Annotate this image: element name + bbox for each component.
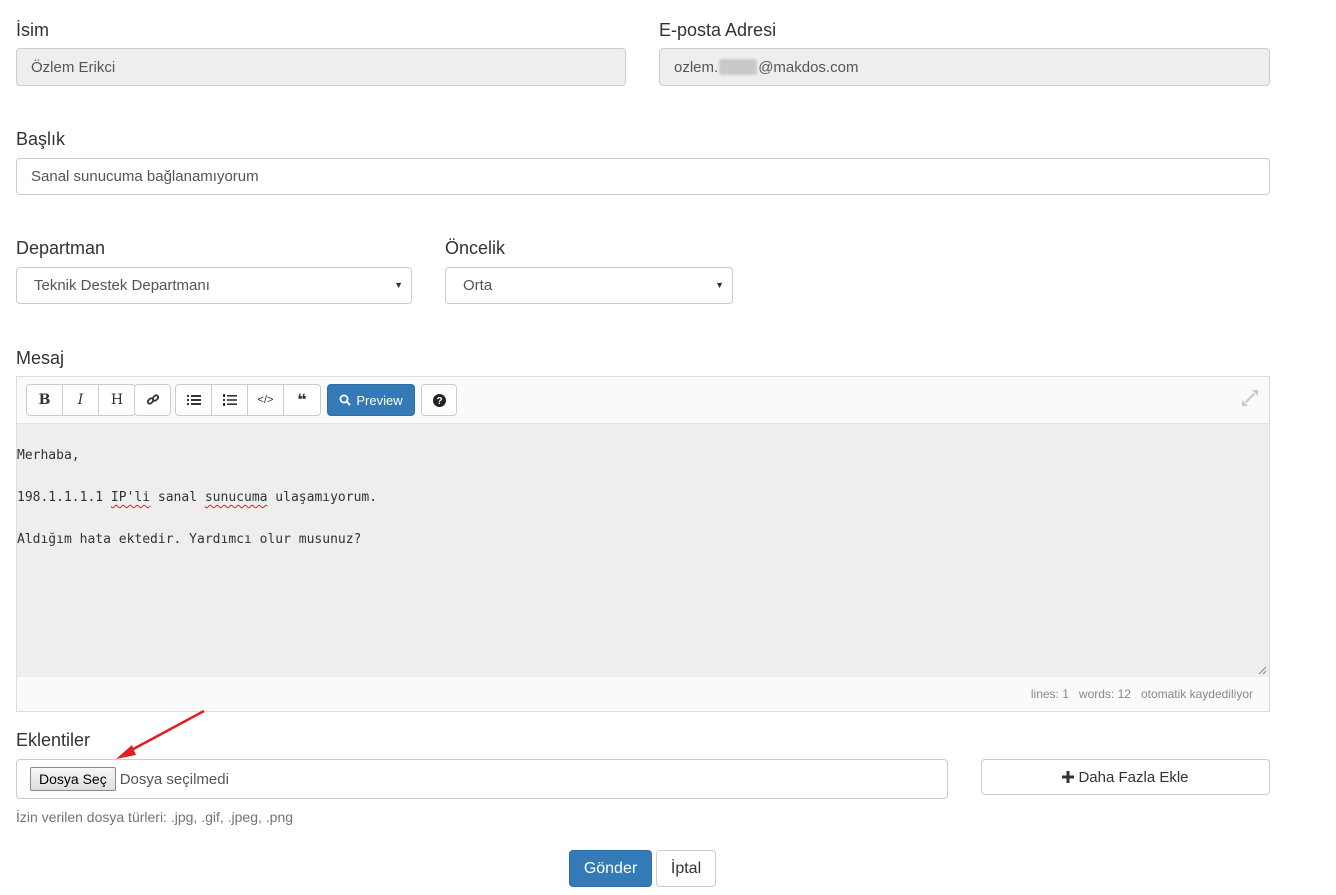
allowed-types-help: İzin verilen dosya türleri: .jpg, .gif, …	[16, 809, 294, 825]
priority-selected: Orta	[463, 277, 493, 294]
editor-toolbar: B I H </> ❝ Preview ?	[17, 377, 1269, 423]
message-line-2-start: 198.1.1.1.1	[17, 490, 111, 505]
submit-button[interactable]: Gönder	[569, 850, 652, 887]
add-more-label: Daha Fazla Ekle	[1078, 768, 1189, 786]
caret-down-icon: ▼	[715, 280, 724, 290]
svg-text:?: ?	[436, 396, 442, 407]
add-more-button[interactable]: Daha Fazla Ekle	[981, 759, 1270, 795]
unordered-list-button[interactable]	[176, 385, 212, 415]
name-input[interactable]: Özlem Erikci	[16, 48, 626, 86]
priority-select[interactable]: Orta ▼	[445, 267, 733, 304]
preview-label: Preview	[356, 392, 403, 408]
redacted-blur	[719, 59, 758, 75]
email-label: E-posta Adresi	[659, 20, 777, 40]
format-group: B I H	[26, 384, 136, 416]
caret-down-icon: ▼	[394, 280, 403, 290]
choose-file-button[interactable]: Dosya Seç	[30, 767, 116, 791]
question-icon: ?	[432, 393, 446, 407]
preview-button[interactable]: Preview	[327, 384, 415, 416]
message-line-1: Merhaba,	[17, 448, 80, 463]
email-value-suffix: @makdos.com	[758, 58, 859, 76]
subject-value: Sanal sunucuma bağlanamıyorum	[31, 168, 259, 185]
quote-icon: ❝	[297, 392, 307, 409]
ordered-list-icon	[222, 394, 237, 406]
name-label: İsim	[16, 20, 49, 40]
line-count: lines: 1	[1030, 687, 1069, 701]
quote-button[interactable]: ❝	[284, 385, 320, 415]
message-line-2: 198.1.1.1.1 IP'li sanal sunucuma ulaşamı…	[17, 490, 377, 505]
subject-input[interactable]: Sanal sunucuma bağlanamıyorum	[16, 158, 1270, 195]
markdown-editor: B I H </> ❝ Preview ? Merhaba, 198.1.1.1…	[16, 376, 1270, 712]
plus-icon	[1062, 771, 1075, 783]
unordered-list-icon	[186, 395, 201, 405]
link-icon	[146, 394, 159, 405]
word-count: words: 12	[1078, 687, 1131, 701]
attachments-label: Eklentiler	[16, 730, 91, 750]
subject-label: Başlık	[16, 129, 66, 149]
email-input[interactable]: ozlem. @makdos.com	[659, 48, 1270, 86]
message-textarea[interactable]: Merhaba, 198.1.1.1.1 IP'li sanal sunucum…	[17, 423, 1269, 677]
cancel-button[interactable]: İptal	[656, 850, 716, 887]
department-label: Departman	[16, 238, 106, 258]
department-selected: Teknik Destek Departmanı	[34, 277, 210, 294]
heading-button[interactable]: H	[99, 385, 135, 415]
arrow-annotation-icon	[116, 709, 205, 759]
file-input[interactable]: Dosya Seç Dosya seçilmedi	[16, 759, 948, 799]
no-file-text: Dosya seçilmedi	[119, 770, 229, 788]
email-value-prefix: ozlem.	[674, 58, 719, 76]
link-button[interactable]	[135, 385, 170, 415]
code-button[interactable]: </>	[248, 385, 284, 415]
bold-button[interactable]: B	[27, 385, 63, 415]
list-group: </> ❝	[175, 384, 321, 416]
name-value: Özlem Erikci	[31, 58, 116, 76]
italic-button[interactable]: I	[63, 385, 99, 415]
autosave-status: otomatik kaydediliyor	[1140, 687, 1253, 701]
code-icon: </>	[257, 394, 274, 406]
message-line-2-middle: sanal	[150, 490, 205, 505]
message-line-3: Aldığım hata ektedir. Yardımcı olur musu…	[17, 532, 362, 547]
expand-icon[interactable]	[1241, 389, 1259, 407]
ordered-list-button[interactable]	[212, 385, 248, 415]
spellcheck-word: sunucuma	[204, 490, 268, 505]
department-select[interactable]: Teknik Destek Departmanı ▼	[16, 267, 412, 304]
search-icon	[339, 394, 352, 406]
spellcheck-word: IP'li	[110, 490, 151, 505]
message-line-2-end: ulaşamıyorum.	[267, 490, 378, 505]
resize-grip-icon[interactable]	[1257, 665, 1267, 675]
link-group	[134, 384, 171, 416]
priority-label: Öncelik	[445, 238, 506, 258]
help-button[interactable]: ?	[421, 384, 457, 416]
message-label: Mesaj	[16, 348, 65, 368]
